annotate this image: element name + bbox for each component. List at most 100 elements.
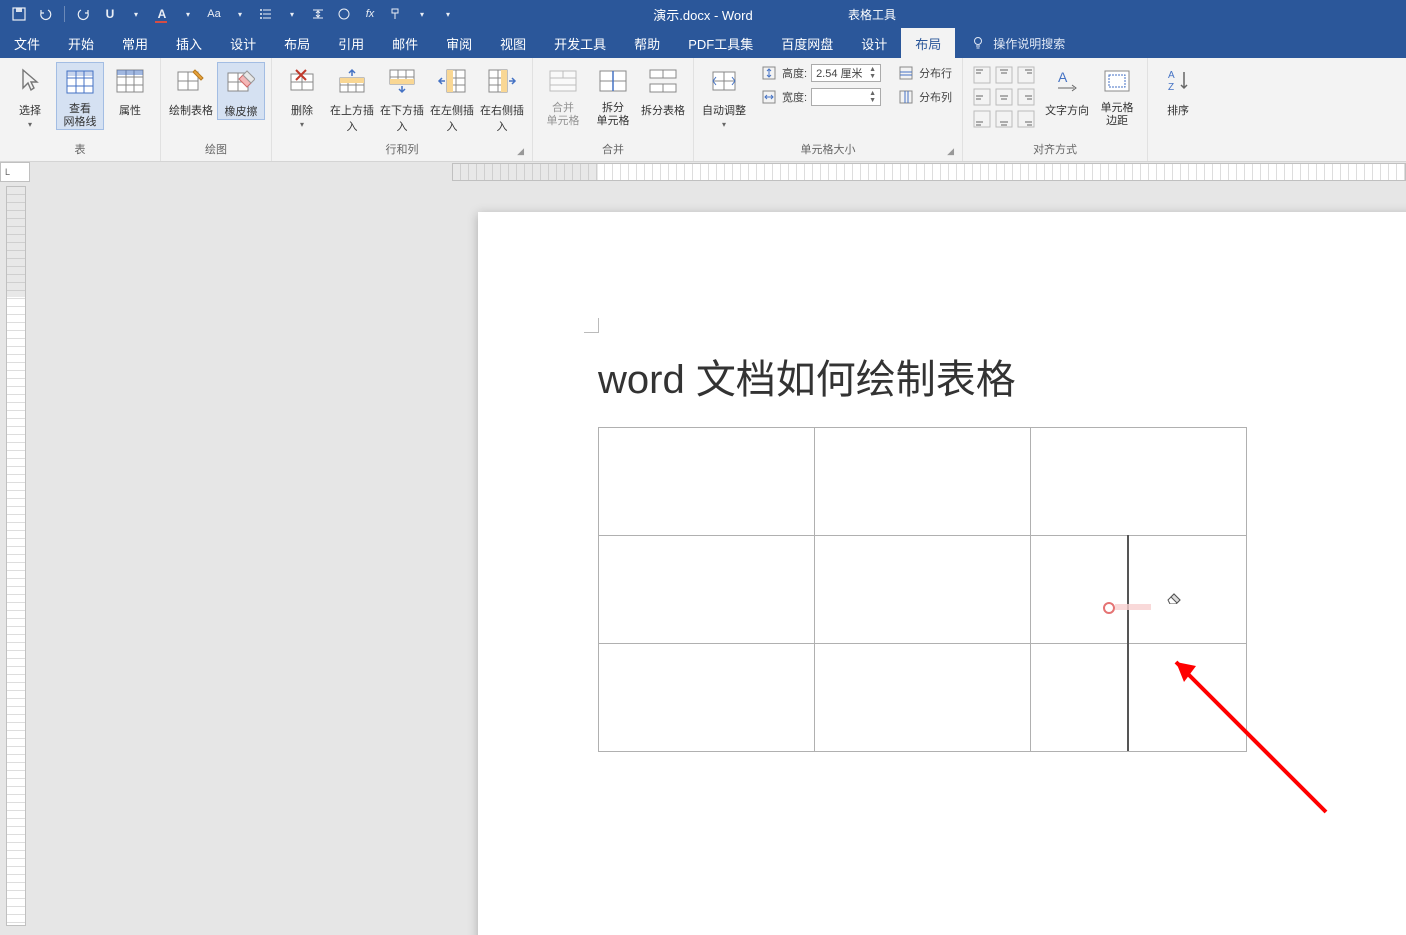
group-table: 选择▾ 查看 网格线 属性 表 bbox=[0, 58, 161, 161]
tab-table-layout[interactable]: 布局 bbox=[901, 28, 955, 58]
tab-help[interactable]: 帮助 bbox=[620, 28, 674, 58]
tab-common[interactable]: 常用 bbox=[108, 28, 162, 58]
ruler-row: L bbox=[0, 162, 1406, 182]
insert-above-button[interactable]: 在上方插入 bbox=[328, 62, 376, 134]
properties-button[interactable]: 属性 bbox=[106, 62, 154, 118]
tab-file[interactable]: 文件 bbox=[0, 28, 54, 58]
delete-button[interactable]: 删除▾ bbox=[278, 62, 326, 130]
insert-right-label: 在右侧插入 bbox=[480, 105, 524, 133]
tab-developer[interactable]: 开发工具 bbox=[540, 28, 620, 58]
tab-design[interactable]: 设计 bbox=[216, 28, 270, 58]
table-cell[interactable] bbox=[1031, 536, 1247, 644]
spinner-icon[interactable]: ▲▼ bbox=[869, 66, 876, 80]
document-heading[interactable]: word 文档如何绘制表格 bbox=[598, 347, 1016, 405]
row-height-control[interactable]: 高度: 2.54 厘米▲▼ bbox=[756, 62, 885, 84]
tab-review[interactable]: 审阅 bbox=[432, 28, 486, 58]
redo-icon[interactable] bbox=[73, 3, 95, 25]
format-painter-icon[interactable] bbox=[385, 3, 407, 25]
customize-qat-icon[interactable]: ▾ bbox=[437, 3, 459, 25]
font-color-icon[interactable]: A bbox=[151, 3, 173, 25]
dropdown-icon[interactable]: ▾ bbox=[281, 3, 303, 25]
insert-above-label: 在上方插入 bbox=[330, 105, 374, 133]
eraser-label: 橡皮擦 bbox=[225, 106, 258, 118]
col-width-control[interactable]: 宽度: ▲▼ bbox=[756, 86, 885, 108]
tab-baidu-netdisk[interactable]: 百度网盘 bbox=[767, 28, 847, 58]
align-bl-icon[interactable] bbox=[973, 110, 991, 128]
tab-home[interactable]: 开始 bbox=[54, 28, 108, 58]
document-canvas[interactable]: word 文档如何绘制表格 bbox=[26, 182, 1406, 935]
document-table[interactable] bbox=[598, 427, 1247, 752]
autofit-label: 自动调整 bbox=[702, 105, 746, 117]
ruler-corner: L bbox=[0, 162, 30, 182]
distribute-cols-button[interactable]: 分布列 bbox=[893, 86, 956, 108]
eraser-trail bbox=[1115, 604, 1151, 610]
dialog-launcher-icon[interactable]: ◢ bbox=[517, 146, 524, 157]
spacing-icon[interactable] bbox=[307, 3, 329, 25]
tab-pdf-tools[interactable]: PDF工具集 bbox=[674, 28, 767, 58]
insert-above-icon bbox=[335, 64, 369, 98]
width-input[interactable]: ▲▼ bbox=[811, 88, 881, 106]
text-direction-label: 文字方向 bbox=[1045, 105, 1089, 117]
split-cells-icon bbox=[596, 64, 630, 98]
view-gridlines-button[interactable]: 查看 网格线 bbox=[56, 62, 104, 130]
align-bc-icon[interactable] bbox=[995, 110, 1013, 128]
dropdown-icon[interactable]: ▾ bbox=[411, 3, 433, 25]
circle-icon[interactable] bbox=[333, 3, 355, 25]
distribute-rows-button[interactable]: 分布行 bbox=[893, 62, 956, 84]
table-cell[interactable] bbox=[1031, 428, 1247, 536]
tab-view[interactable]: 视图 bbox=[486, 28, 540, 58]
insert-left-button[interactable]: 在左侧插入 bbox=[428, 62, 476, 134]
eraser-button[interactable]: 橡皮擦 bbox=[217, 62, 265, 120]
height-input[interactable]: 2.54 厘米▲▼ bbox=[811, 64, 881, 82]
align-tc-icon[interactable] bbox=[995, 66, 1013, 84]
tab-insert[interactable]: 插入 bbox=[162, 28, 216, 58]
draw-table-button[interactable]: 绘制表格 bbox=[167, 62, 215, 118]
tab-mailings[interactable]: 邮件 bbox=[378, 28, 432, 58]
table-cell[interactable] bbox=[815, 536, 1031, 644]
group-merge-label: 合并 bbox=[539, 141, 687, 161]
text-direction-button[interactable]: A 文字方向 bbox=[1043, 62, 1091, 118]
change-case-icon[interactable]: Aa bbox=[203, 3, 225, 25]
tab-table-design[interactable]: 设计 bbox=[847, 28, 901, 58]
table-cell[interactable] bbox=[599, 644, 815, 752]
tab-layout[interactable]: 布局 bbox=[270, 28, 324, 58]
dropdown-icon[interactable]: ▾ bbox=[229, 3, 251, 25]
cell-margins-button[interactable]: 单元格 边距 bbox=[1093, 62, 1141, 128]
align-mc-icon[interactable] bbox=[995, 88, 1013, 106]
autofit-button[interactable]: 自动调整 ▾ bbox=[700, 62, 748, 130]
save-icon[interactable] bbox=[8, 3, 30, 25]
vertical-ruler[interactable] bbox=[6, 186, 26, 926]
list-icon[interactable] bbox=[255, 3, 277, 25]
align-tl-icon[interactable] bbox=[973, 66, 991, 84]
select-button[interactable]: 选择▾ bbox=[6, 62, 54, 130]
dropdown-icon[interactable]: ▾ bbox=[177, 3, 199, 25]
align-br-icon[interactable] bbox=[1017, 110, 1035, 128]
align-mr-icon[interactable] bbox=[1017, 88, 1035, 106]
tell-me-search[interactable]: 操作说明搜索 bbox=[955, 28, 1065, 58]
insert-right-button[interactable]: 在右侧插入 bbox=[478, 62, 526, 134]
underline-icon[interactable]: U bbox=[99, 3, 121, 25]
sort-button[interactable]: AZ 排序 bbox=[1154, 62, 1202, 118]
table-cell[interactable] bbox=[815, 428, 1031, 536]
align-tr-icon[interactable] bbox=[1017, 66, 1035, 84]
page[interactable]: word 文档如何绘制表格 bbox=[478, 212, 1406, 935]
undo-icon[interactable] bbox=[34, 3, 56, 25]
spinner-icon[interactable]: ▲▼ bbox=[869, 90, 876, 104]
merge-cells-label: 合并 单元格 bbox=[547, 102, 580, 127]
chevron-down-icon: ▾ bbox=[722, 120, 726, 129]
table-cell[interactable] bbox=[599, 536, 815, 644]
align-ml-icon[interactable] bbox=[973, 88, 991, 106]
table-cell[interactable] bbox=[815, 644, 1031, 752]
dialog-launcher-icon[interactable]: ◢ bbox=[947, 146, 954, 157]
horizontal-ruler[interactable] bbox=[452, 163, 1406, 181]
insert-below-button[interactable]: 在下方插入 bbox=[378, 62, 426, 134]
width-icon bbox=[760, 88, 778, 106]
dropdown-icon[interactable]: ▾ bbox=[125, 3, 147, 25]
split-table-button[interactable]: 拆分表格 bbox=[639, 62, 687, 118]
split-cells-button[interactable]: 拆分 单元格 bbox=[589, 62, 637, 128]
cell-margins-icon bbox=[1100, 64, 1134, 98]
merge-cells-button[interactable]: 合并 单元格 bbox=[539, 62, 587, 128]
tab-references[interactable]: 引用 bbox=[324, 28, 378, 58]
table-cell[interactable] bbox=[599, 428, 815, 536]
formula-icon[interactable]: fx bbox=[359, 3, 381, 25]
